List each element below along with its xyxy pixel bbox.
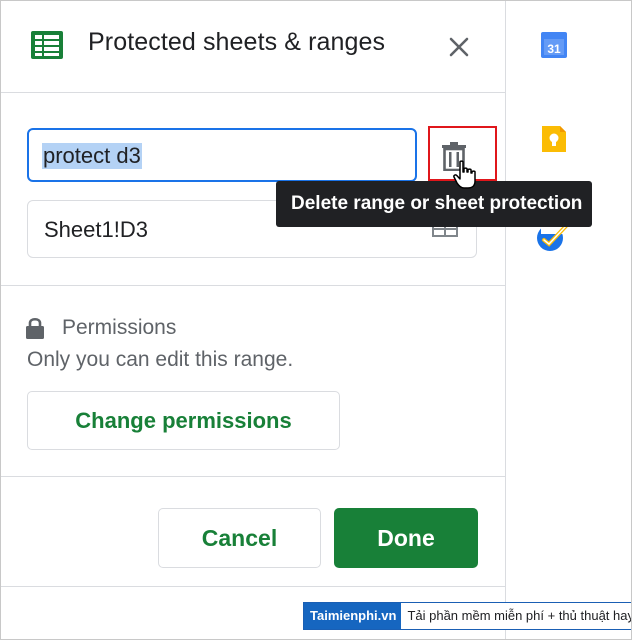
range-description-input[interactable]: protect d3 <box>27 128 417 182</box>
watermark-brand: Taimienphi.vn <box>304 603 402 629</box>
range-value: Sheet1!D3 <box>44 217 148 242</box>
permissions-description: Only you can edit this range. <box>27 348 294 371</box>
calendar-icon[interactable]: 31 <box>540 30 568 60</box>
section-divider <box>0 586 505 587</box>
lock-icon <box>26 317 44 339</box>
close-icon[interactable] <box>444 32 474 62</box>
panel-header: Protected sheets & ranges <box>0 0 505 93</box>
delete-tooltip: Delete range or sheet protection <box>276 181 592 227</box>
range-description-value: protect d3 <box>42 143 142 169</box>
panel-title: Protected sheets & ranges <box>88 28 386 56</box>
change-permissions-button[interactable]: Change permissions <box>27 391 340 450</box>
watermark: Taimienphi.vn Tải phần mềm miễn phí + th… <box>303 602 632 630</box>
section-divider <box>0 476 505 477</box>
keep-icon[interactable] <box>540 124 568 154</box>
permissions-title: Permissions <box>62 316 177 339</box>
side-panel: 31 <box>506 0 632 640</box>
tooltip-text: Delete range or sheet protection <box>291 193 583 214</box>
calendar-day: 31 <box>547 42 561 56</box>
watermark-tagline: Tải phần mềm miễn phí + thủ thuật hay <box>401 603 632 629</box>
protected-ranges-panel: Protected sheets & ranges protect d3 Del… <box>0 0 592 640</box>
sheets-logo-icon <box>31 31 63 59</box>
section-divider <box>0 285 505 286</box>
cancel-button[interactable]: Cancel <box>158 508 321 568</box>
done-button[interactable]: Done <box>334 508 478 568</box>
hand-cursor-icon <box>453 160 476 189</box>
